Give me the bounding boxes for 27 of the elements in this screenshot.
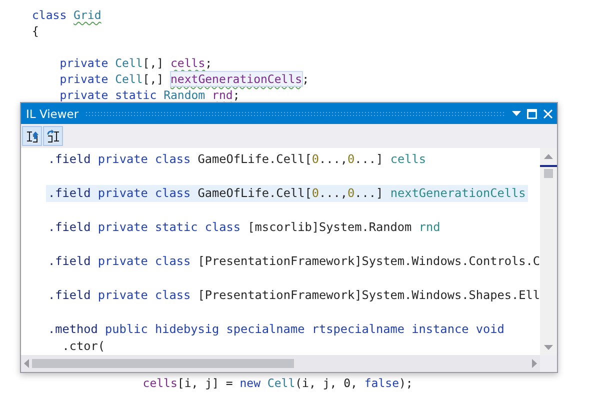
scroll-up-icon[interactable]: [544, 154, 553, 159]
scrollbar-thumb[interactable]: [32, 359, 294, 368]
il-code-line: .field private class GameOfLife.Cell[0...,0...] cells: [47, 151, 427, 168]
il-code-line: .field private class [PresentationFramework]System.Windows.Shapes.Ell: [47, 287, 540, 304]
document-arrow-icon: [24, 128, 40, 144]
code-line: cells[i, j] = new Cell(i, j, 0, false);: [142, 375, 413, 391]
toolbar-button[interactable]: [43, 126, 63, 146]
code-line: private Cell[,] nextGenerationCells;: [58, 71, 309, 87]
code-line: private static Random rnd;: [58, 87, 240, 103]
il-code-line: .method public hidebysig specialname rtspecialname instance void: [47, 321, 506, 338]
code-line: {: [32, 23, 39, 39]
code-line: private Cell[,] cells;: [58, 55, 212, 71]
il-code-line: .field private class [PresentationFramework]System.Windows.Controls.C: [47, 253, 540, 270]
toolbar-button[interactable]: [22, 126, 42, 146]
horizontal-scrollbar[interactable]: [21, 355, 540, 372]
scrollbar-thumb[interactable]: [544, 169, 553, 178]
scroll-down-icon[interactable]: [544, 345, 553, 350]
document-refresh-icon: [46, 128, 60, 144]
close-icon[interactable]: [543, 108, 553, 118]
scroll-left-icon[interactable]: [24, 359, 29, 368]
code-line: class Grid: [32, 7, 102, 23]
window-title: IL Viewer: [26, 106, 79, 120]
il-code-line: .field private static class [mscorlib]System.Random rnd: [47, 219, 442, 236]
scroll-right-icon[interactable]: [532, 359, 537, 368]
maximize-icon[interactable]: [527, 108, 537, 118]
il-code-line: .ctor(: [61, 338, 106, 355]
dropdown-icon[interactable]: [512, 111, 521, 116]
